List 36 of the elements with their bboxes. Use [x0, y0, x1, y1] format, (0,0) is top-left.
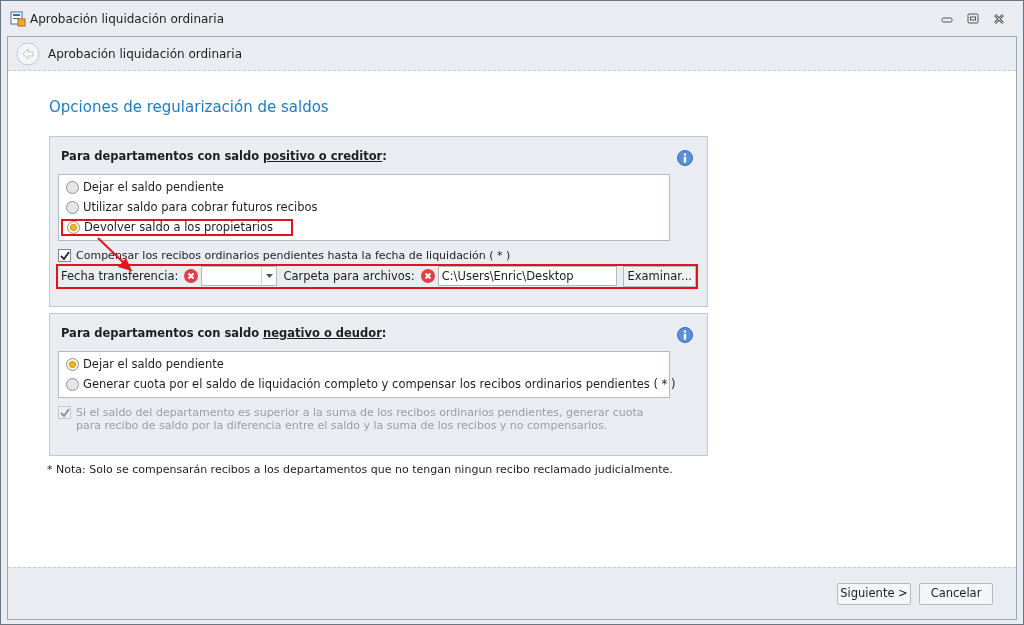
radio-button[interactable] — [66, 200, 79, 214]
error-icon — [184, 269, 199, 284]
dropdown-arrow-icon — [266, 274, 273, 279]
error-icon — [420, 269, 435, 284]
option-label: Dejar el saldo pendiente — [83, 178, 224, 196]
checkmark-icon — [59, 249, 70, 261]
folder-field[interactable]: C:\Users\Enric\Desktop — [437, 266, 618, 287]
maximize-icon — [967, 12, 979, 25]
radio-button[interactable] — [66, 180, 79, 194]
option-label: Utilizar saldo para cobrar futuros recibos — [83, 198, 318, 216]
date-field[interactable] — [201, 266, 278, 287]
field-label: Fecha transferencia: — [61, 267, 179, 285]
option-label: Dejar el saldo pendiente — [83, 355, 224, 373]
back-button-icon — [16, 41, 40, 66]
info-icon — [677, 149, 693, 166]
close-icon — [993, 12, 1005, 25]
option-label: Devolver saldo a los propietarios — [84, 218, 273, 236]
field-label: Carpeta para archivos: — [283, 267, 415, 285]
radio-button[interactable] — [66, 357, 79, 371]
checkbox-label: Si el saldo del departamento es superior a la suma de los recibos ordinarios pendientes, generar cuota para recibo de saldo por la diferencia entre el saldo y la suma de los recibos y no compensarlos. — [76, 405, 645, 432]
browse-button[interactable]: Examinar... — [623, 265, 696, 287]
window-title: Aprobación liquidación ordinaria — [30, 10, 224, 28]
footer-button[interactable]: Cancelar — [919, 582, 993, 605]
radio-button[interactable] — [67, 220, 80, 234]
section-heading: Opciones de regularización de saldos — [49, 97, 330, 118]
group-title: Para departamentos con saldo negativo o deudor: — [61, 324, 387, 342]
page-title: Aprobación liquidación ordinaria — [48, 45, 242, 63]
checkmark-icon — [59, 406, 70, 418]
option-label: Generar cuota por el saldo de liquidación completo y compensar los recibos ordinarios pendientes ( * ) — [83, 375, 676, 393]
note-text: * Nota: Solo se compensarán recibos a los departamentos que no tengan ningun recibo reclamado judicialmente. — [47, 461, 674, 478]
info-icon — [677, 326, 693, 343]
group-title: Para departamentos con saldo positivo o creditor: — [61, 147, 387, 165]
footer-button[interactable]: Siguiente > — [837, 582, 911, 605]
app-icon — [10, 10, 26, 27]
radio-button[interactable] — [66, 377, 79, 391]
checkbox[interactable] — [58, 248, 71, 262]
